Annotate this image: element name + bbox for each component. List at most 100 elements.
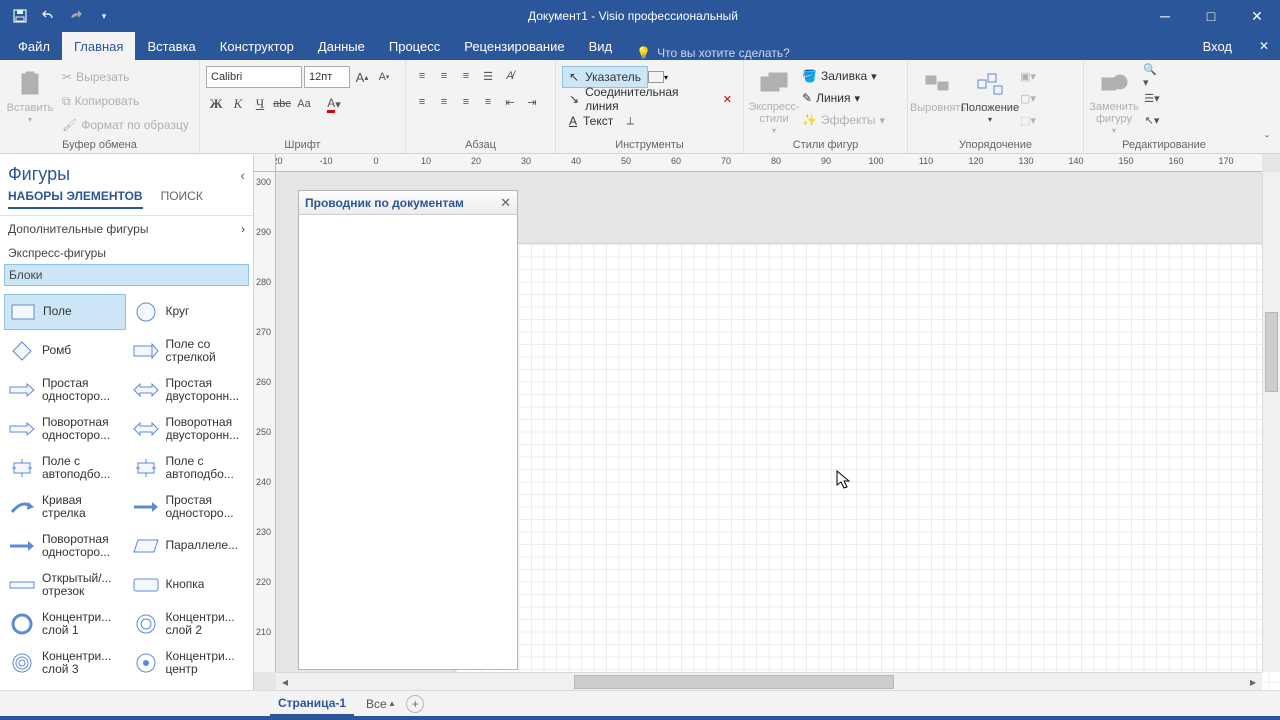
shape-item[interactable]: Кнопка: [128, 567, 250, 603]
copy-button[interactable]: ⧉Копировать: [58, 90, 193, 112]
shape-item[interactable]: Кривая стрелка: [4, 489, 126, 525]
clear-format-button[interactable]: A̸: [500, 66, 520, 86]
decrease-indent-button[interactable]: ⇤: [500, 92, 520, 112]
quick-styles-button[interactable]: Экспресс-стили▾: [750, 66, 798, 136]
strike-button[interactable]: abc: [272, 94, 292, 114]
send-back-button[interactable]: ▢▾: [1018, 88, 1038, 108]
add-page-button[interactable]: +: [406, 695, 424, 713]
shape-item[interactable]: Открытый/... отрезок: [4, 567, 126, 603]
close-help-button[interactable]: ✕: [1248, 32, 1280, 60]
scroll-left-icon[interactable]: ◂: [276, 673, 294, 691]
layers-button[interactable]: ☰▾: [1142, 88, 1162, 108]
cut-button[interactable]: ✂Вырезать: [58, 66, 193, 88]
qat-customize-icon[interactable]: ▾: [92, 4, 116, 28]
bullets-button[interactable]: ☰: [478, 66, 498, 86]
tab-review[interactable]: Рецензирование: [452, 32, 576, 60]
page-tab-1[interactable]: Страница-1: [270, 692, 354, 716]
increase-indent-button[interactable]: ⇥: [522, 92, 542, 112]
align-right-button[interactable]: ≡: [456, 92, 476, 112]
shape-item[interactable]: Круг: [128, 294, 250, 330]
shape-item[interactable]: Поле с автоподбо...: [4, 450, 126, 486]
shape-item[interactable]: Концентри... слой 3: [4, 645, 126, 681]
shape-item[interactable]: Простая двусторонн...: [128, 372, 250, 408]
position-button[interactable]: Положение▾: [966, 66, 1014, 136]
font-size-combo[interactable]: 12пт: [304, 66, 350, 88]
text-tool[interactable]: AТекст: [562, 110, 620, 132]
shape-item[interactable]: Концентри... центр: [128, 645, 250, 681]
tab-insert[interactable]: Вставка: [135, 32, 207, 60]
find-button[interactable]: 🔍▾: [1142, 66, 1162, 86]
connector-tool[interactable]: ↘Соединительная линия: [562, 88, 718, 110]
tab-file[interactable]: Файл: [6, 32, 62, 60]
delete-connector-button[interactable]: ✕: [718, 89, 737, 109]
effects-button[interactable]: ✨Эффекты ▾: [802, 110, 885, 130]
underline-button[interactable]: Ч: [250, 94, 270, 114]
shape-item[interactable]: Поле: [4, 294, 126, 330]
font-name-combo[interactable]: Calibri: [206, 66, 302, 88]
align-bottom-button[interactable]: ≡: [456, 66, 476, 86]
canvas-viewport[interactable]: Проводник по документам ✕: [276, 172, 1262, 672]
group-button[interactable]: ⬚▾: [1018, 110, 1038, 130]
shape-item[interactable]: Концентри... слой 2: [128, 606, 250, 642]
select-button[interactable]: ↖▾: [1142, 110, 1162, 130]
vertical-ruler[interactable]: 300290280270260250240230220210200: [254, 172, 276, 672]
format-painter-button[interactable]: 🖌Формат по образцу: [58, 114, 193, 136]
minimize-button[interactable]: ─: [1142, 0, 1188, 32]
shape-item[interactable]: Параллеле...: [128, 528, 250, 564]
align-top-button[interactable]: ≡: [412, 66, 432, 86]
document-explorer-body[interactable]: [299, 215, 517, 669]
sign-in[interactable]: Вход: [1187, 32, 1248, 60]
change-shape-button[interactable]: Заменить фигуру▾: [1090, 66, 1138, 136]
paste-button[interactable]: Вставить ▾: [6, 66, 54, 136]
shape-item[interactable]: Поле с автоподбо...: [128, 450, 250, 486]
tab-design[interactable]: Конструктор: [208, 32, 306, 60]
quick-shapes-category[interactable]: Экспресс-фигуры: [0, 242, 253, 264]
shape-item[interactable]: Поворотная односторо...: [4, 411, 126, 447]
shape-item[interactable]: Простая односторо...: [128, 489, 250, 525]
tell-me[interactable]: 💡 Что вы хотите сделать?: [636, 46, 790, 60]
shape-item[interactable]: Концентри... слой 1: [4, 606, 126, 642]
line-button[interactable]: ✎Линия ▾: [802, 88, 885, 108]
align-center-button[interactable]: ≡: [434, 92, 454, 112]
connection-point-tool[interactable]: ⟂: [620, 111, 640, 131]
shape-item[interactable]: Ромб: [4, 333, 126, 369]
document-explorer-titlebar[interactable]: Проводник по документам ✕: [299, 191, 517, 215]
horizontal-scrollbar[interactable]: ◂ ▸: [276, 672, 1262, 690]
close-button[interactable]: ✕: [1234, 0, 1280, 32]
font-color-button[interactable]: A▾: [324, 94, 344, 114]
shape-item[interactable]: Поворотная двусторонн...: [128, 411, 250, 447]
align-button[interactable]: Выровнять: [914, 66, 962, 136]
shapes-tab-search[interactable]: ПОИСК: [161, 189, 203, 209]
shape-item[interactable]: Поле со стрелкой: [128, 333, 250, 369]
shapes-pane-collapse-icon[interactable]: ‹: [240, 167, 245, 183]
shrink-font-button[interactable]: A▾: [374, 67, 394, 87]
scrollbar-thumb[interactable]: [1265, 312, 1278, 392]
close-icon[interactable]: ✕: [500, 195, 511, 211]
scrollbar-thumb[interactable]: [574, 675, 894, 689]
align-middle-button[interactable]: ≡: [434, 66, 454, 86]
maximize-button[interactable]: □: [1188, 0, 1234, 32]
tab-view[interactable]: Вид: [577, 32, 625, 60]
tab-process[interactable]: Процесс: [377, 32, 452, 60]
horizontal-ruler[interactable]: -20-100102030405060708090100110120130140…: [276, 154, 1262, 172]
fill-button[interactable]: 🪣Заливка ▾: [802, 66, 885, 86]
grow-font-button[interactable]: A▴: [352, 67, 372, 87]
scroll-right-icon[interactable]: ▸: [1244, 673, 1262, 691]
rectangle-tool[interactable]: [648, 71, 664, 83]
tab-data[interactable]: Данные: [306, 32, 377, 60]
justify-button[interactable]: ≡: [478, 92, 498, 112]
save-icon[interactable]: [8, 4, 32, 28]
more-shapes-button[interactable]: Дополнительные фигуры›: [0, 216, 253, 242]
vertical-scrollbar[interactable]: [1262, 172, 1280, 672]
change-case-button[interactable]: Aa: [294, 94, 314, 114]
undo-icon[interactable]: [36, 4, 60, 28]
shape-item[interactable]: Поворотная односторо...: [4, 528, 126, 564]
tab-home[interactable]: Главная: [62, 32, 135, 60]
drawing-page[interactable]: [456, 244, 1280, 690]
bold-button[interactable]: Ж: [206, 94, 226, 114]
bring-front-button[interactable]: ▣▾: [1018, 66, 1038, 86]
italic-button[interactable]: К: [228, 94, 248, 114]
shape-item[interactable]: Простая односторо...: [4, 372, 126, 408]
collapse-ribbon-button[interactable]: ˇ: [1258, 131, 1276, 149]
all-pages-button[interactable]: Все▴: [366, 697, 394, 711]
